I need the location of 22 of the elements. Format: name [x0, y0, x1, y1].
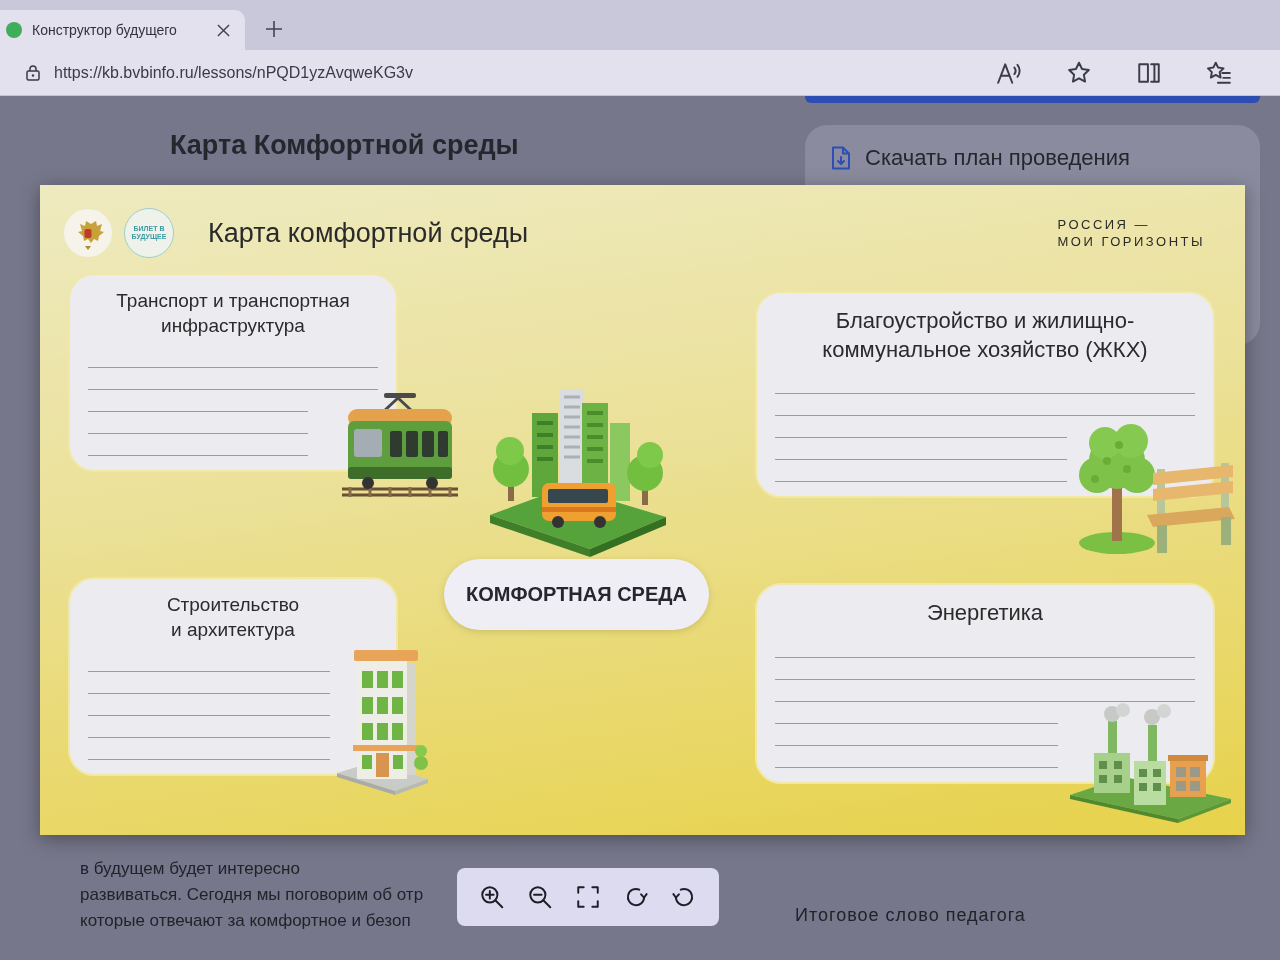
close-icon — [216, 23, 230, 37]
lock-icon — [26, 64, 40, 81]
document-icon — [831, 146, 851, 170]
emblem-icon — [64, 209, 112, 257]
favicon-icon — [6, 22, 22, 38]
zoom-out-icon — [527, 884, 554, 910]
card-title: Благоустройство и жилищно- коммунальное хозяйство (ЖКХ) — [821, 307, 1149, 364]
card-title: Энергетика — [925, 599, 1045, 627]
zoom-in-icon — [479, 884, 506, 910]
plus-icon — [265, 20, 283, 38]
center-label: КОМФОРТНАЯ СРЕДА — [444, 559, 709, 630]
section-title: Итоговое слово педагога — [795, 905, 1027, 927]
page-heading: Карта Комфортной среды — [170, 130, 520, 161]
brand-text: РОССИЯ — МОИ ГОРИЗОНТЫ — [1057, 216, 1205, 250]
browser-tab[interactable]: Конструктор будущего — [0, 10, 245, 50]
card-title: Строительство и архитектура — [165, 593, 301, 642]
card-title: Транспорт и транспортная инфраструктура — [115, 289, 351, 338]
favorites-icon — [1206, 59, 1232, 86]
fullscreen-icon — [575, 884, 602, 910]
slide-title: Карта комфортной среды — [208, 217, 529, 249]
paragraph-text: в будущем будет интересно развиваться. Сегодня мы поговорим об отр которые отвечают за комфортное и безоп — [80, 858, 424, 932]
download-link[interactable]: Скачать план проведения — [831, 145, 1234, 171]
